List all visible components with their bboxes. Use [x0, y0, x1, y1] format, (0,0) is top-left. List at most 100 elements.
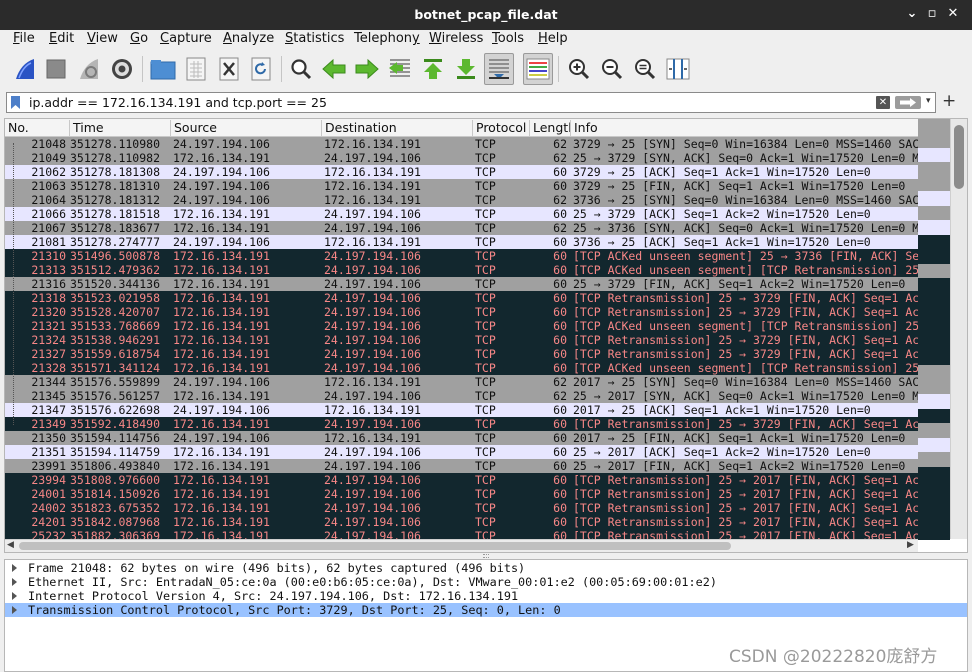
add-filter-button[interactable]: + — [942, 91, 956, 111]
cell-src: 24.197.194.106 — [173, 193, 270, 207]
cell-time: 351559.618754 — [70, 347, 161, 361]
menu-item-capture[interactable]: Capture — [160, 31, 212, 46]
column-header-source[interactable]: Source — [171, 120, 322, 136]
table-row[interactable]: 21324 351538.946291 172.16.134.191 24.197.1… — [5, 333, 918, 347]
menu-item-statistics[interactable]: Statistics — [285, 31, 344, 46]
table-row[interactable]: 21064 351278.181312 24.197.194.106 172.16.1… — [5, 193, 918, 207]
table-row[interactable]: 21048 351278.110980 24.197.194.106 172.16.1… — [5, 137, 918, 151]
reload-file-icon[interactable] — [246, 53, 276, 85]
table-row[interactable]: 24001 351814.150926 172.16.134.191 24.197.1… — [5, 487, 918, 501]
table-row[interactable]: 24002 351823.675352 172.16.134.191 24.197.1… — [5, 501, 918, 515]
zoom-in-icon[interactable] — [564, 53, 594, 85]
open-folder-icon[interactable] — [148, 53, 178, 85]
cell-info: [TCP Retransmission] 25 → 3729 [FIN, ACK… — [573, 291, 918, 305]
packet-minimap[interactable] — [918, 119, 950, 540]
column-header-no[interactable]: No. — [5, 120, 70, 136]
column-header-length[interactable]: Length — [530, 120, 571, 136]
clear-filter-icon[interactable]: ✕ — [876, 96, 890, 109]
detail-tree-item[interactable]: Transmission Control Protocol, Src Port:… — [5, 603, 967, 617]
menu-item-analyze[interactable]: Analyze — [223, 31, 274, 46]
bookmark-icon[interactable] — [11, 96, 20, 109]
table-row[interactable]: 21320 351528.420707 172.16.134.191 24.197.1… — [5, 305, 918, 319]
cell-no: 21318 — [31, 291, 66, 305]
menu-item-view[interactable]: View — [87, 31, 118, 46]
go-first-packet-icon[interactable] — [418, 53, 448, 85]
go-back-arrow-icon[interactable] — [319, 53, 349, 85]
column-header-destination[interactable]: Destination — [322, 120, 473, 136]
vertical-scrollbar[interactable] — [950, 119, 967, 539]
display-filter-input[interactable] — [29, 94, 849, 111]
cell-len: 60 — [553, 501, 567, 515]
go-last-packet-icon[interactable] — [451, 53, 481, 85]
menu-item-wireless[interactable]: Wireless — [429, 31, 483, 46]
table-row[interactable]: 23994 351808.976600 172.16.134.191 24.197.1… — [5, 473, 918, 487]
table-row[interactable]: 21318 351523.021958 172.16.134.191 24.197.1… — [5, 291, 918, 305]
table-row[interactable]: 21062 351278.181308 24.197.194.106 172.16.1… — [5, 165, 918, 179]
horizontal-scroll-thumb[interactable] — [19, 542, 731, 550]
expand-arrow-icon[interactable] — [12, 606, 17, 614]
file-grid-icon[interactable] — [181, 53, 211, 85]
expand-arrow-icon[interactable] — [12, 578, 17, 586]
table-row[interactable]: 21349 351592.418490 172.16.134.191 24.197.1… — [5, 417, 918, 431]
table-row[interactable]: 21049 351278.110982 172.16.134.191 24.197.1… — [5, 151, 918, 165]
close-icon[interactable]: ✕ — [946, 7, 960, 21]
restart-capture-icon[interactable] — [74, 53, 104, 85]
filter-history-dropdown-icon[interactable]: ▾ — [926, 96, 934, 106]
table-row[interactable]: 21066 351278.181518 172.16.134.191 24.197.1… — [5, 207, 918, 221]
detail-tree-item[interactable]: Ethernet II, Src: EntradaN_05:ce:0a (00:… — [5, 575, 967, 589]
table-row[interactable]: 21350 351594.114756 24.197.194.106 172.16.1… — [5, 431, 918, 445]
apply-filter-arrow-icon[interactable] — [895, 96, 921, 109]
autoscroll-icon[interactable] — [484, 53, 514, 85]
table-row[interactable]: 21067 351278.183677 172.16.134.191 24.197.1… — [5, 221, 918, 235]
find-packet-magnifier-icon[interactable] — [286, 53, 316, 85]
table-row[interactable]: 21347 351576.622698 24.197.194.106 172.16.1… — [5, 403, 918, 417]
table-row[interactable]: 21321 351533.768669 172.16.134.191 24.197.1… — [5, 319, 918, 333]
table-row[interactable]: 21063 351278.181310 24.197.194.106 172.16.1… — [5, 179, 918, 193]
menu-item-telephony[interactable]: Telephony — [354, 31, 420, 46]
menu-item-go[interactable]: Go — [130, 31, 148, 46]
maximize-icon[interactable]: ▫ — [925, 7, 939, 21]
resize-columns-icon[interactable] — [663, 53, 693, 85]
vertical-scroll-thumb[interactable] — [954, 125, 964, 189]
table-row[interactable]: 21327 351559.618754 172.16.134.191 24.197.1… — [5, 347, 918, 361]
close-file-icon[interactable] — [214, 53, 244, 85]
table-row[interactable]: 21351 351594.114759 172.16.134.191 24.197.1… — [5, 445, 918, 459]
go-forward-arrow-icon[interactable] — [352, 53, 382, 85]
table-row[interactable]: 21345 351576.561257 172.16.134.191 24.197.1… — [5, 389, 918, 403]
cell-no: 24002 — [31, 501, 66, 515]
cell-no: 21347 — [31, 403, 66, 417]
column-header-protocol[interactable]: Protocol — [473, 120, 530, 136]
go-to-packet-icon[interactable] — [385, 53, 415, 85]
table-row[interactable]: 21328 351571.341124 172.16.134.191 24.197.1… — [5, 361, 918, 375]
zoom-out-icon[interactable] — [597, 53, 627, 85]
table-row[interactable]: 21081 351278.274777 24.197.194.106 172.16.1… — [5, 235, 918, 249]
splitter-grip[interactable] — [483, 554, 489, 558]
table-row[interactable]: 25232 351882.306369 172.16.134.191 24.197.1… — [5, 529, 918, 539]
horizontal-scrollbar[interactable]: ◀ ▶ — [5, 539, 918, 552]
menu-item-file[interactable]: File — [13, 31, 35, 46]
menu-item-help[interactable]: Help — [538, 31, 568, 46]
table-row[interactable]: 24201 351842.087968 172.16.134.191 24.197.1… — [5, 515, 918, 529]
cell-len: 60 — [553, 347, 567, 361]
expand-arrow-icon[interactable] — [12, 564, 17, 572]
minimize-icon[interactable]: ⌄ — [905, 7, 919, 21]
scroll-left-icon[interactable]: ◀ — [7, 540, 14, 550]
zoom-normal-icon[interactable] — [630, 53, 660, 85]
table-row[interactable]: 21344 351576.559899 24.197.194.106 172.16.1… — [5, 375, 918, 389]
detail-tree-item[interactable]: Frame 21048: 62 bytes on wire (496 bits)… — [5, 561, 967, 575]
expand-arrow-icon[interactable] — [12, 592, 17, 600]
menu-item-edit[interactable]: Edit — [49, 31, 74, 46]
capture-options-gear-icon[interactable] — [107, 53, 137, 85]
stop-square-icon[interactable] — [41, 53, 71, 85]
table-row[interactable]: 23991 351806.493840 172.16.134.191 24.197.1… — [5, 459, 918, 473]
column-header-time[interactable]: Time — [70, 120, 171, 136]
scroll-right-icon[interactable]: ▶ — [907, 540, 914, 550]
column-header-info[interactable]: Info — [571, 120, 918, 136]
colorize-icon[interactable] — [523, 53, 553, 85]
table-row[interactable]: 21313 351512.479362 172.16.134.191 24.197.1… — [5, 263, 918, 277]
detail-tree-item[interactable]: Internet Protocol Version 4, Src: 24.197… — [5, 589, 967, 603]
table-row[interactable]: 21310 351496.500878 172.16.134.191 24.197.1… — [5, 249, 918, 263]
menu-item-tools[interactable]: Tools — [492, 31, 524, 46]
table-row[interactable]: 21316 351520.344136 172.16.134.191 24.197.1… — [5, 277, 918, 291]
shark-fin-start-icon[interactable] — [10, 53, 40, 85]
